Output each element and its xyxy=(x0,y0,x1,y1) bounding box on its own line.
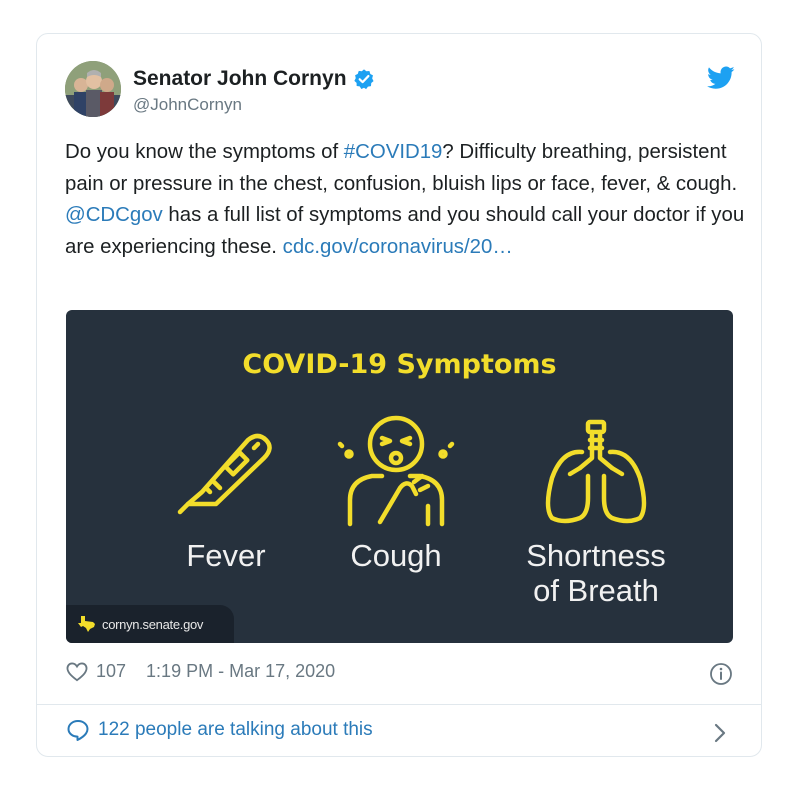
chevron-right-icon[interactable] xyxy=(713,722,727,744)
source-badge: cornyn.senate.gov xyxy=(66,605,234,643)
conversation-link[interactable]: 122 people are talking about this xyxy=(66,719,373,741)
symptom-shortness-label: Shortness xyxy=(526,538,666,573)
url-link[interactable]: cdc.gov/coronavirus/20… xyxy=(283,236,513,258)
tweet-text-part: Do you know the symptoms of xyxy=(65,141,344,163)
symptom-fever-label: Fever xyxy=(186,538,266,573)
speech-bubble-icon xyxy=(67,720,89,741)
heart-icon[interactable] xyxy=(66,662,88,682)
symptom-cough-label: Cough xyxy=(350,538,442,573)
hashtag-link[interactable]: #COVID19 xyxy=(344,141,443,163)
author-name[interactable]: Senator John Cornyn xyxy=(133,67,347,91)
badge-text: cornyn.senate.gov xyxy=(102,616,204,632)
tweet-timestamp[interactable]: 1:19 PM - Mar 17, 2020 xyxy=(146,661,335,682)
conversation-text[interactable]: 122 people are talking about this xyxy=(98,719,373,741)
verified-badge-icon xyxy=(353,69,374,90)
cough-person-icon xyxy=(337,415,455,527)
avatar-photo xyxy=(65,61,121,117)
thermometer-icon xyxy=(177,433,272,515)
tweet-card: Senator John Cornyn @JohnCornyn Do you k… xyxy=(36,33,762,757)
like-count[interactable]: 107 xyxy=(96,661,126,682)
lungs-icon xyxy=(545,419,647,524)
symptom-breath-label: of Breath xyxy=(533,573,659,608)
tweet-meta: 107 1:19 PM - Mar 17, 2020 xyxy=(66,661,335,682)
texas-icon xyxy=(78,616,95,632)
tweet-media-image[interactable]: COVID-19 Symptoms Fever Cough Shortness … xyxy=(66,310,733,643)
media-title: COVID-19 Symptoms xyxy=(242,349,557,380)
author-row: Senator John Cornyn xyxy=(133,67,375,91)
twitter-bird-icon[interactable] xyxy=(707,66,735,90)
mention-link[interactable]: @CDCgov xyxy=(65,204,163,226)
tweet-text: Do you know the symptoms of #COVID19? Di… xyxy=(65,137,745,263)
info-icon[interactable] xyxy=(709,662,733,686)
avatar[interactable] xyxy=(65,61,121,117)
author-handle[interactable]: @JohnCornyn xyxy=(133,95,242,115)
divider xyxy=(37,704,761,705)
